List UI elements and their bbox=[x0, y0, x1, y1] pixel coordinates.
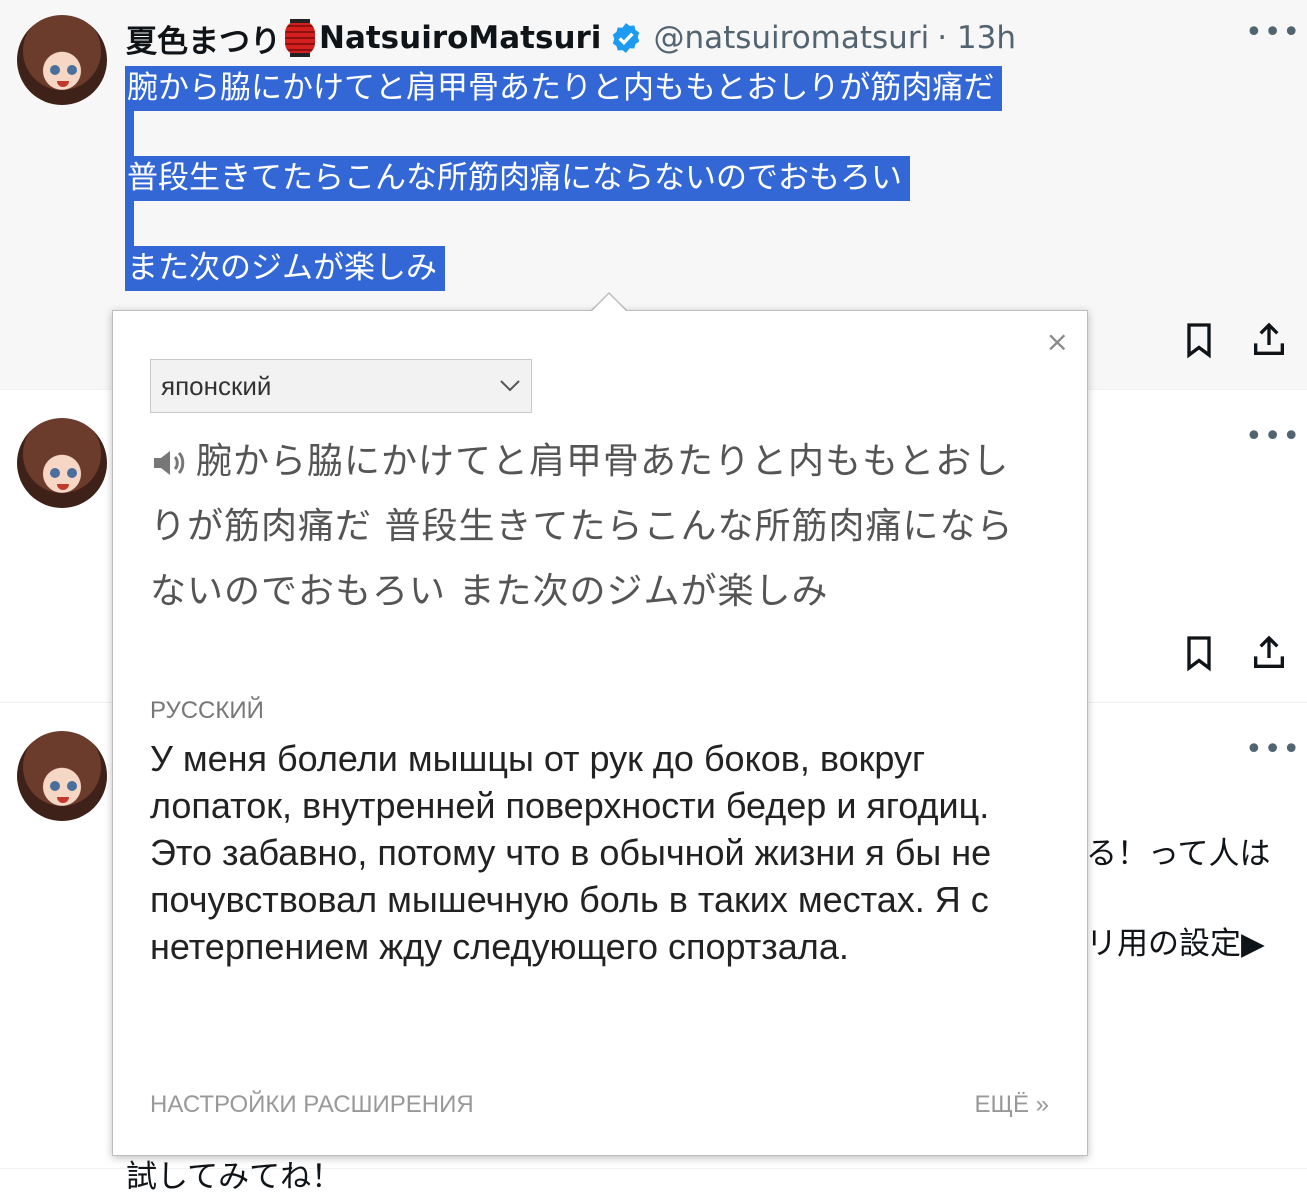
close-icon[interactable]: × bbox=[1046, 325, 1069, 358]
bookmark-icon[interactable] bbox=[1179, 320, 1219, 360]
display-name[interactable]: 夏色まつり bbox=[126, 16, 281, 61]
share-icon[interactable] bbox=[1249, 633, 1289, 673]
translation-popup: × японский 腕から脇にかけてと肩甲骨あたりと内ももとおしりが筋肉痛だ … bbox=[112, 310, 1088, 1156]
tweet-line: 普段生きてたらこんな所筋肉痛にならないのでおもろい bbox=[125, 156, 910, 201]
source-text: 腕から脇にかけてと肩甲骨あたりと内ももとおしりが筋肉痛だ 普段生きてたらこんな所… bbox=[150, 429, 1030, 624]
source-language-label: японский bbox=[161, 370, 272, 401]
share-icon[interactable] bbox=[1249, 320, 1289, 360]
tweet-text-fragment: る！って人は bbox=[1086, 836, 1271, 872]
more-options-icon[interactable]: ••• bbox=[1245, 422, 1300, 452]
timestamp[interactable]: · 13h bbox=[937, 20, 1016, 56]
more-options-icon[interactable]: ••• bbox=[1245, 735, 1300, 765]
source-text-content: 腕から脇にかけてと肩甲骨あたりと内ももとおしりが筋肉痛だ 普段生きてたらこんな所… bbox=[150, 441, 1014, 612]
tweet-text-fragment: 試してみてね！ bbox=[126, 1159, 343, 1195]
avatar[interactable] bbox=[17, 15, 107, 105]
avatar[interactable] bbox=[17, 418, 107, 508]
tweet-line: また次のジムが楽しみ bbox=[125, 246, 445, 291]
handle[interactable]: @natsuiromatsuri bbox=[653, 20, 929, 56]
popup-arrow-inner bbox=[592, 294, 626, 311]
verified-badge-icon bbox=[613, 23, 640, 53]
tweet-header: 夏色まつり NatsuiroMatsuri @natsuiromatsuri ·… bbox=[126, 16, 1016, 60]
source-language-select[interactable]: японский bbox=[150, 359, 532, 413]
bookmark-icon[interactable] bbox=[1179, 633, 1219, 673]
target-language-label: РУССКИЙ bbox=[150, 697, 264, 724]
speaker-icon[interactable] bbox=[150, 447, 190, 479]
more-options-icon[interactable]: ••• bbox=[1245, 18, 1300, 48]
chevron-down-icon bbox=[500, 380, 520, 392]
more-link[interactable]: ЕЩЁ » bbox=[974, 1091, 1049, 1119]
extension-settings-link[interactable]: НАСТРОЙКИ РАСШИРЕНИЯ bbox=[150, 1091, 474, 1119]
tweet-text: 腕から脇にかけてと肩甲骨あたりと内ももとおしりが筋肉痛だ 普段生きてたらこんな所… bbox=[125, 66, 1003, 291]
tweet-text-fragment[interactable]: リ用の設定▶ bbox=[1086, 918, 1265, 963]
tweet-line: 腕から脇にかけてと肩甲骨あたりと内ももとおしりが筋肉痛だ bbox=[125, 66, 1003, 111]
tweet-line-blank bbox=[125, 111, 134, 156]
lantern-emoji-icon bbox=[285, 19, 315, 57]
avatar[interactable] bbox=[17, 731, 107, 821]
translation-text: У меня болели мышцы от рук до боков, вок… bbox=[150, 738, 992, 967]
tweet-line-blank bbox=[125, 201, 134, 246]
display-name-en[interactable]: NatsuiroMatsuri bbox=[319, 20, 601, 56]
